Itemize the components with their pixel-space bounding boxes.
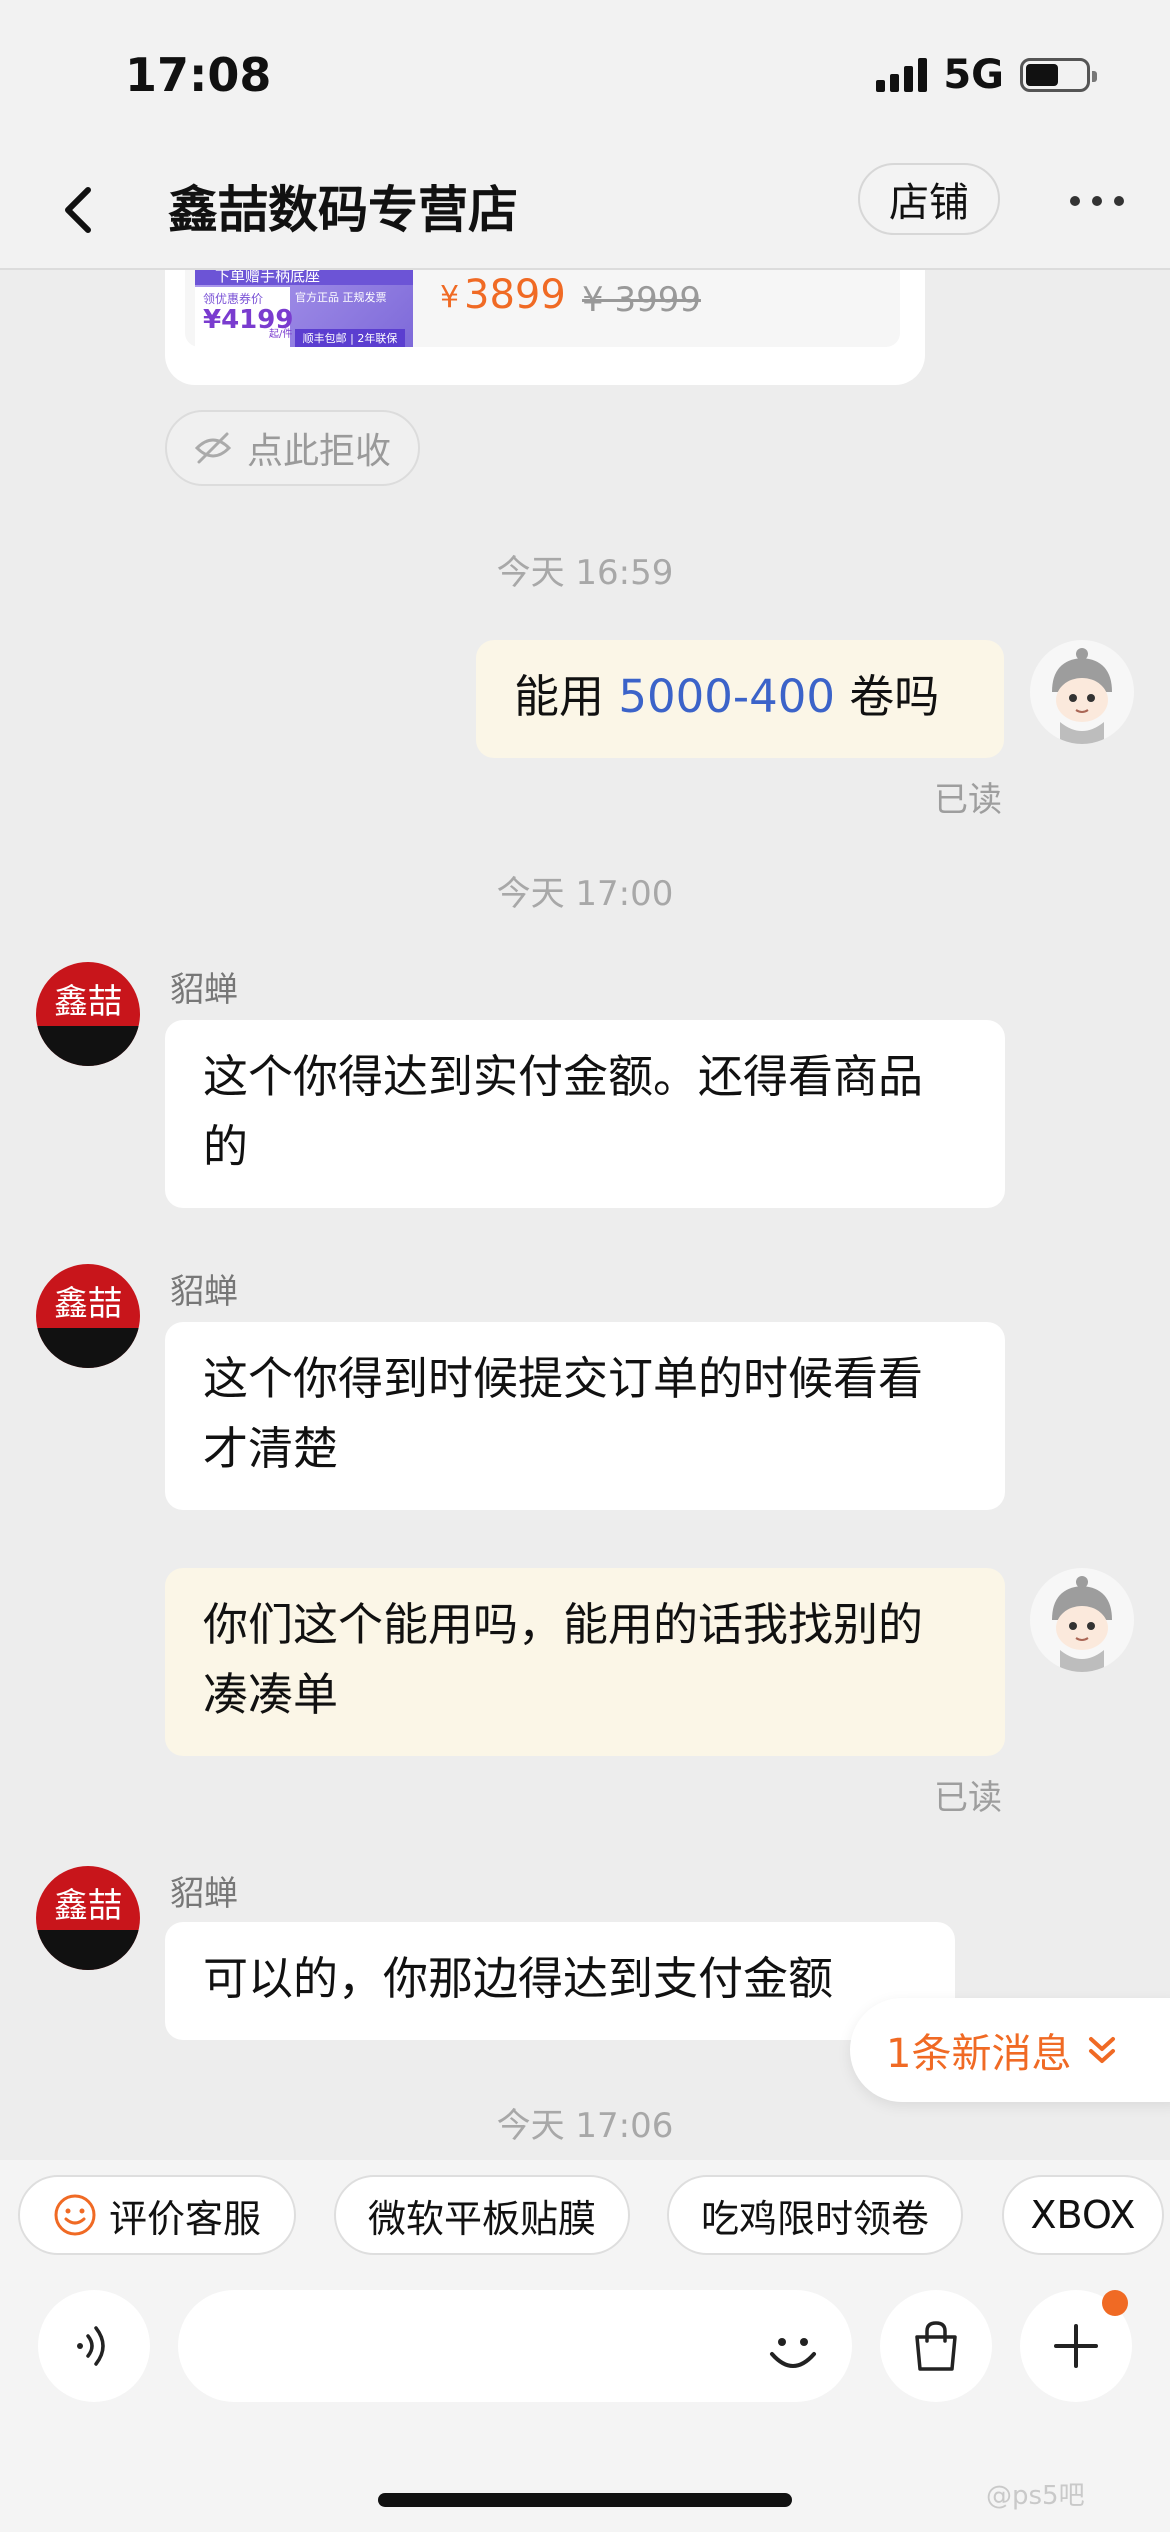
notification-dot [1102,2290,1128,2316]
shop-message[interactable]: 这个你得达到实付金额。还得看商品的 [165,1020,1005,1208]
product-original-price: ¥ 3999 [582,280,701,320]
reject-delivery-button[interactable]: 点此拒收 [165,410,420,486]
plus-icon [1054,2324,1098,2368]
chip-rate-service[interactable]: 评价客服 [18,2175,296,2255]
timestamp: 今天 17:00 [496,874,674,914]
emoji-icon[interactable] [758,2316,828,2386]
double-chevron-down-icon [1089,2037,1116,2063]
store-button[interactable]: 店铺 [858,163,1000,235]
shop-avatar[interactable]: 鑫喆 [36,962,140,1066]
thumb-badge-shipping: 顺丰包邮 | 2年联保 [295,329,405,347]
sender-name: 貂蝉 [170,970,238,1010]
sender-name: 貂蝉 [170,1874,238,1914]
thumb-badge: 官方正品 正规发票 [295,291,387,304]
shopping-bag-icon [915,2321,957,2371]
signal-icon [876,58,928,92]
shopping-bag-button[interactable] [880,2290,992,2402]
reject-label: 点此拒收 [247,431,392,472]
chip-label: 吃鸡限时领卷 [700,2196,929,2241]
user-avatar[interactable] [1030,640,1134,744]
battery-icon [1020,58,1097,92]
read-status: 已读 [934,1778,1002,1818]
page-title: 鑫喆数码专营店 [168,181,518,239]
message-text: 能用 [514,670,619,723]
smile-icon [54,2194,96,2236]
user-message[interactable]: 你们这个能用吗，能用的话我找别的凑凑单 [165,1568,1005,1756]
status-icons-overlay: 5G [876,52,1097,98]
watermark: @ps5吧 [986,2481,1085,2511]
chip-xbox[interactable]: XBOX [1002,2175,1164,2255]
new-message-label: 1条新消息 [886,2031,1072,2077]
shop-avatar[interactable]: 鑫喆 [36,1866,140,1970]
user-message[interactable]: 能用 5000-400 卷吗 [476,640,1004,758]
timestamp: 今天 17:06 [496,2106,674,2146]
shop-message[interactable]: 这个你得到时候提交订单的时候看看才清楚 [165,1322,1005,1510]
new-message-button[interactable]: 1条新消息 [850,1998,1170,2102]
timestamp: 今天 16:59 [496,553,674,593]
home-indicator[interactable] [378,2493,792,2507]
read-status: 已读 [934,780,1002,820]
eye-off-icon [194,432,232,464]
chip-label: 微软平板贴膜 [367,2196,596,2241]
price-currency: ¥ [440,280,460,315]
message-input[interactable] [178,2290,852,2402]
chip-label: 评价客服 [108,2196,261,2241]
chip-label: XBOX [1030,2193,1136,2237]
thumb-price-unit: 起/件 [269,329,293,340]
chip-screen-protector[interactable]: 微软平板贴膜 [334,2175,630,2255]
voice-icon [77,2326,105,2366]
more-options-icon[interactable] [1070,196,1124,206]
message-text: 卷吗 [834,670,940,723]
back-arrow-icon[interactable] [52,180,112,240]
status-time-overlay: 17:08 [125,48,272,102]
sender-name: 貂蝉 [170,1272,238,1312]
product-price: 3899 [464,272,566,318]
user-avatar[interactable] [1030,1568,1134,1672]
chip-coupon[interactable]: 吃鸡限时领卷 [667,2175,963,2255]
voice-button[interactable] [38,2290,150,2402]
network-label: 5G [943,52,1004,98]
shop-message[interactable]: 可以的，你那边得达到支付金额 [165,1922,955,2040]
shop-avatar[interactable]: 鑫喆 [36,1264,140,1368]
coupon-link[interactable]: 5000-400 [618,670,835,723]
